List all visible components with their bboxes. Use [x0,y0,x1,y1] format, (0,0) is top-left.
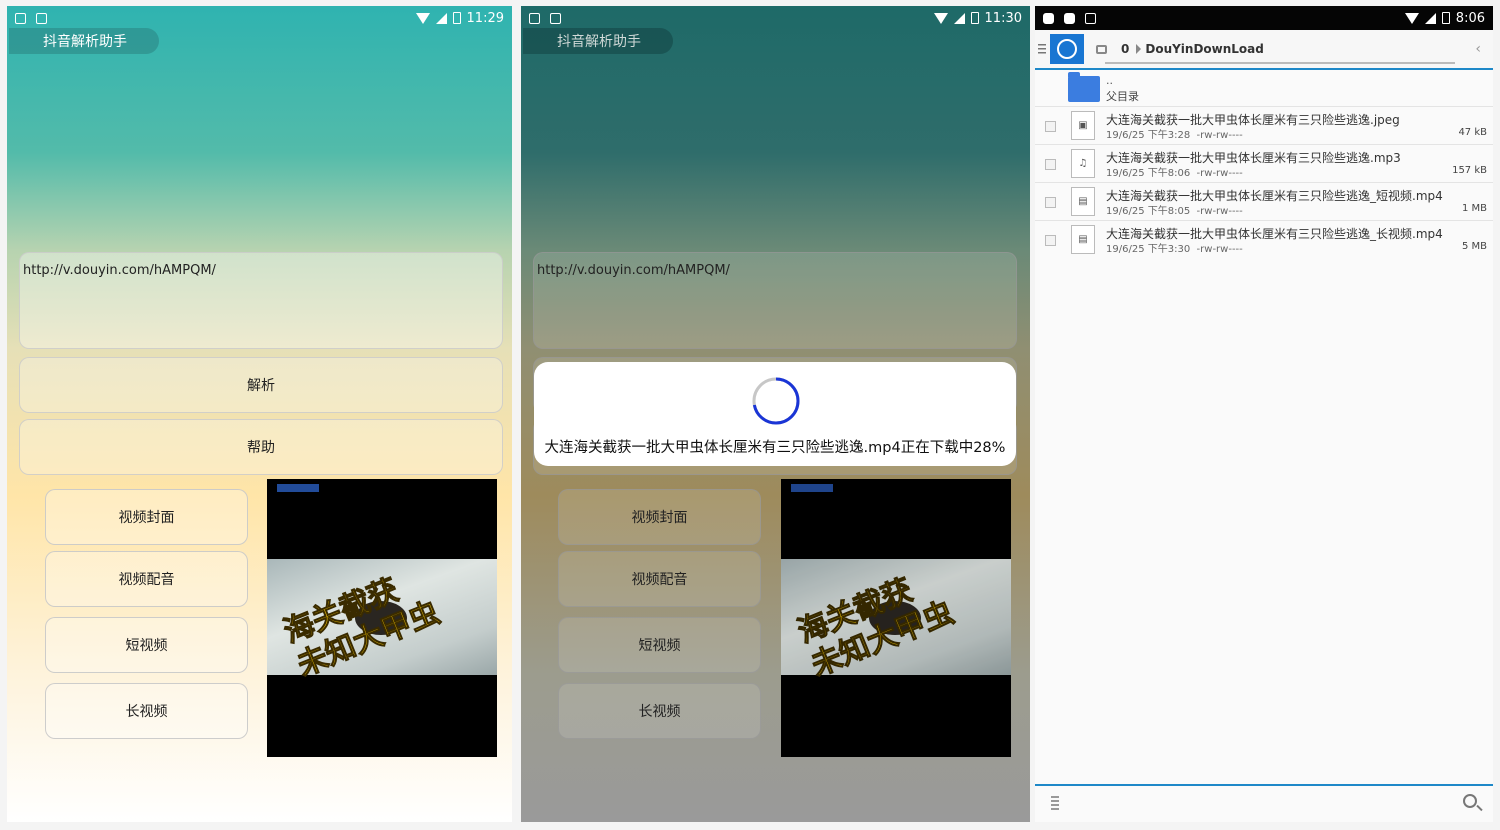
parent-label: 父目录 [1106,90,1139,103]
url-input[interactable]: http://v.douyin.com/hAMPQM/ [533,252,1017,349]
signal-icon [953,12,965,24]
wifi-icon [933,12,948,24]
signal-icon [1424,12,1436,24]
file-row[interactable]: ▤ 大连海关截获一批大甲虫体长厘米有三只险些逃逸_短视频.mp4 19/6/25… [1035,182,1493,219]
loading-spinner-icon [752,377,800,425]
status-bar: 8:06 [1035,6,1493,30]
battery-icon [1441,12,1450,24]
file-size: 1 MB [1461,203,1487,214]
wifi-icon [415,12,430,24]
url-input[interactable]: http://v.douyin.com/hAMPQM/ [19,252,503,349]
app-title: 抖音解析助手 [9,28,159,54]
file-date: 19/6/25 下午8:06 [1106,168,1191,179]
battery-icon [970,12,979,24]
phone-screen-file-manager: 8:06 0 DouYinDownLoad ‹ .. 父目录 ▣ 大连海关截获一… [1035,6,1493,822]
video-audio-button[interactable]: 视频配音 [45,551,248,607]
file-size: 5 MB [1461,241,1487,252]
signal-icon [435,12,447,24]
parent-dots: .. [1106,74,1113,87]
lock-icon [1096,44,1107,54]
file-date: 19/6/25 下午3:30 [1106,244,1191,255]
video-audio-button[interactable]: 视频配音 [558,551,761,607]
video-thumbnail: 海关截获 未知大甲虫 [781,479,1011,757]
drag-handle-icon[interactable] [1051,796,1059,812]
status-bar: 11:30 [521,6,1030,30]
download-progress-dialog: 大连海关截获一批大甲虫体长厘米有三只险些逃逸.mp4正在下载中28% [534,362,1016,466]
video-file-icon: ▤ [1071,187,1095,216]
file-permissions: -rw-rw---- [1196,168,1243,179]
audio-file-icon: ♫ [1071,149,1095,178]
file-size: 47 kB [1458,127,1487,138]
app-title: 抖音解析助手 [523,28,673,54]
battery-icon [452,12,461,24]
file-row[interactable]: ♫ 大连海关截获一批大甲虫体长厘米有三只险些逃逸.mp3 19/6/25 下午8… [1035,144,1493,181]
download-message: 大连海关截获一批大甲虫体长厘米有三只险些逃逸.mp4正在下载中28% [544,440,1006,456]
file-checkbox[interactable] [1045,121,1056,132]
folder-icon [1068,72,1100,102]
breadcrumb-scroll-bar [1105,62,1455,64]
long-video-button[interactable]: 长视频 [45,683,248,739]
video-file-icon: ▤ [1071,225,1095,254]
video-thumbnail: 海关截获 未知大甲虫 [267,479,497,757]
file-manager-toolbar: 0 DouYinDownLoad ‹ [1035,30,1493,70]
home-icon[interactable] [1050,34,1084,64]
news-logo [791,484,833,492]
file-checkbox[interactable] [1045,159,1056,170]
parse-button[interactable]: 解析 [19,357,503,413]
file-row[interactable]: ▤ 大连海关截获一批大甲虫体长厘米有三只险些逃逸_长视频.mp4 19/6/25… [1035,220,1493,257]
breadcrumb-index[interactable]: 0 [1121,42,1129,56]
phone-screen-downloading: 11:30 抖音解析助手 http://v.douyin.com/hAMPQM/… [521,6,1030,822]
notification-icon [1043,12,1054,24]
gallery-notification-icon [15,12,26,24]
status-time: 11:29 [466,10,504,26]
file-permissions: -rw-rw---- [1196,206,1243,217]
image-file-icon: ▣ [1071,111,1095,140]
file-row[interactable]: ▣ 大连海关截获一批大甲虫体长厘米有三只险些逃逸.jpeg 19/6/25 下午… [1035,106,1493,143]
file-checkbox[interactable] [1045,235,1056,246]
chevron-left-icon[interactable]: ‹ [1475,41,1481,57]
file-date: 19/6/25 下午3:28 [1106,130,1191,141]
status-bar: 11:29 [7,6,512,30]
long-video-button[interactable]: 长视频 [558,683,761,739]
news-logo [277,484,319,492]
file-permissions: -rw-rw---- [1196,244,1243,255]
status-time: 11:30 [984,10,1022,26]
app-notification-icon [550,12,561,24]
file-checkbox[interactable] [1045,197,1056,208]
menu-icon[interactable] [1037,43,1047,55]
help-button[interactable]: 帮助 [19,419,503,475]
file-date: 19/6/25 下午8:05 [1106,206,1191,217]
video-cover-button[interactable]: 视频封面 [558,489,761,545]
file-permissions: -rw-rw---- [1196,130,1243,141]
app-notification-icon [36,12,47,24]
video-cover-button[interactable]: 视频封面 [45,489,248,545]
gallery-notification-icon [529,12,540,24]
breadcrumb-folder[interactable]: DouYinDownLoad [1145,42,1264,56]
phone-screen-parser: 11:29 抖音解析助手 http://v.douyin.com/hAMPQM/… [7,6,512,822]
parent-directory-row[interactable]: .. 父目录 [1035,72,1493,106]
bottom-toolbar [1035,786,1493,822]
short-video-button[interactable]: 短视频 [45,617,248,673]
gallery-notification-icon [1085,12,1096,24]
notification-icon [1064,12,1075,24]
status-time: 8:06 [1455,10,1485,26]
breadcrumb-arrow-icon [1136,44,1142,54]
wifi-icon [1404,12,1419,24]
search-icon[interactable] [1463,794,1477,808]
short-video-button[interactable]: 短视频 [558,617,761,673]
file-size: 157 kB [1452,165,1487,176]
